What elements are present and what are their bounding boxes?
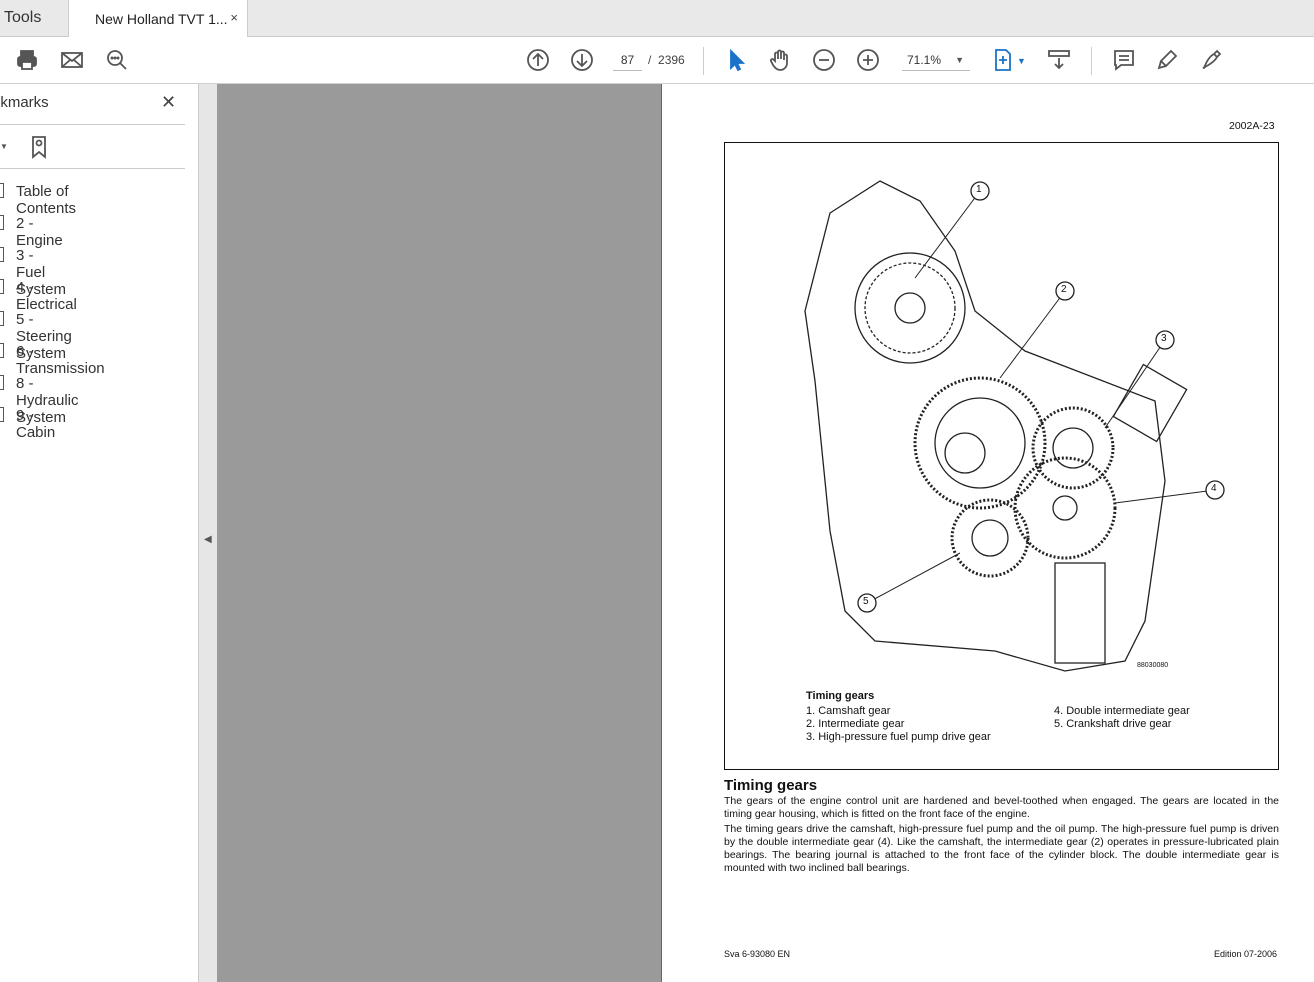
bookmark-label: 9 - Cabin (16, 407, 56, 441)
divider (703, 47, 704, 75)
search-icon[interactable] (104, 47, 130, 73)
previous-page-icon[interactable] (525, 47, 551, 73)
page-total: / 2396 (648, 53, 685, 67)
print-icon[interactable] (14, 47, 40, 73)
section-heading: Timing gears (724, 777, 818, 794)
chevron-down-icon: ▼ (955, 55, 964, 65)
page-separator: / (648, 53, 652, 67)
callout-label: 4 (1211, 483, 1217, 494)
page-number-input[interactable]: 87 (613, 49, 642, 71)
hand-tool-icon[interactable] (767, 47, 793, 73)
bookmark-label: Table of Contents (16, 183, 77, 217)
highlight-icon[interactable] (1155, 47, 1181, 73)
bookmark-icon (0, 279, 4, 294)
scrolling-mode-icon[interactable] (1046, 47, 1072, 73)
options-dropdown-icon[interactable]: ▼ (0, 142, 8, 151)
zoom-level-value: 71.1% (907, 53, 942, 67)
select-tool-icon[interactable] (723, 47, 749, 73)
callout-label: 5 (863, 596, 869, 607)
paragraph: The timing gears drive the camshaft, hig… (724, 823, 1279, 874)
add-bookmark-icon[interactable] (27, 134, 53, 160)
tab-document-label: New Holland TVT 1... (95, 11, 228, 27)
collapse-panel-handle[interactable]: ◀ (199, 84, 217, 982)
bookmark-icon (0, 183, 4, 198)
tab-bar: Tools New Holland TVT 1... × (0, 0, 1314, 37)
callout-label: 3 (1161, 333, 1167, 344)
paragraph: The gears of the engine control unit are… (724, 795, 1279, 820)
bookmark-icon (0, 375, 4, 390)
caption-item: 4. Double intermediate gear (1054, 705, 1190, 717)
divider (0, 124, 185, 125)
footer-left: Sva 6-93080 EN (724, 949, 791, 959)
email-icon[interactable] (59, 47, 85, 73)
zoom-out-icon[interactable] (811, 47, 837, 73)
comment-icon[interactable] (1111, 47, 1137, 73)
footer-right: Edition 07-2006 (1214, 949, 1278, 959)
pdf-page: 2002A-23 1 2 3 4 5 88030080 Timing gears… (661, 84, 1314, 982)
timing-gears-illustration (804, 180, 1225, 672)
figure-code: 88030080 (1137, 662, 1169, 669)
next-page-icon[interactable] (569, 47, 595, 73)
bookmark-icon (0, 215, 4, 230)
bookmark-icon (0, 343, 4, 358)
tab-tools[interactable]: Tools (0, 0, 69, 37)
bookmarks-title: okmarks (0, 94, 49, 111)
page-reference: 2002A-23 (1229, 120, 1275, 132)
caption-item: 5. Crankshaft drive gear (1054, 718, 1172, 730)
tab-document[interactable]: New Holland TVT 1... × (69, 0, 248, 37)
caption-item: 3. High-pressure fuel pump drive gear (806, 731, 991, 743)
callout-label: 1 (976, 184, 982, 195)
page-total-value: 2396 (658, 53, 685, 67)
figure-box: 1 2 3 4 5 88030080 Timing gears 1. Camsh… (724, 142, 1279, 770)
document-background (217, 84, 661, 982)
bookmark-icon (0, 407, 4, 422)
bookmark-icon (0, 247, 4, 262)
caption-item: 1. Camshaft gear (806, 705, 891, 717)
bookmark-icon (0, 311, 4, 326)
bookmark-label: 6 - Transmission (16, 343, 105, 377)
bookmark-label: 2 - Engine (16, 215, 63, 249)
close-icon[interactable]: ✕ (161, 92, 176, 113)
sign-icon[interactable] (1199, 47, 1225, 73)
chevron-left-icon: ◀ (204, 534, 212, 545)
zoom-in-icon[interactable] (855, 47, 881, 73)
bookmarks-panel: okmarks ✕ ▼ Table of Contents 2 - Engine… (0, 84, 199, 982)
caption-title: Timing gears (806, 690, 875, 702)
close-tab-icon[interactable]: × (230, 10, 238, 25)
caption-item: 2. Intermediate gear (806, 718, 905, 730)
fit-page-icon[interactable] (990, 47, 1016, 73)
toolbar: 87 / 2396 71.1% ▼ ▼ (0, 37, 1314, 84)
fit-dropdown-icon[interactable]: ▼ (1017, 56, 1026, 66)
divider (0, 168, 185, 169)
callout-label: 2 (1061, 284, 1067, 295)
bookmark-label: 4 - Electrical (16, 279, 77, 313)
divider (1091, 47, 1092, 75)
zoom-level-select[interactable]: 71.1% ▼ (902, 49, 970, 71)
